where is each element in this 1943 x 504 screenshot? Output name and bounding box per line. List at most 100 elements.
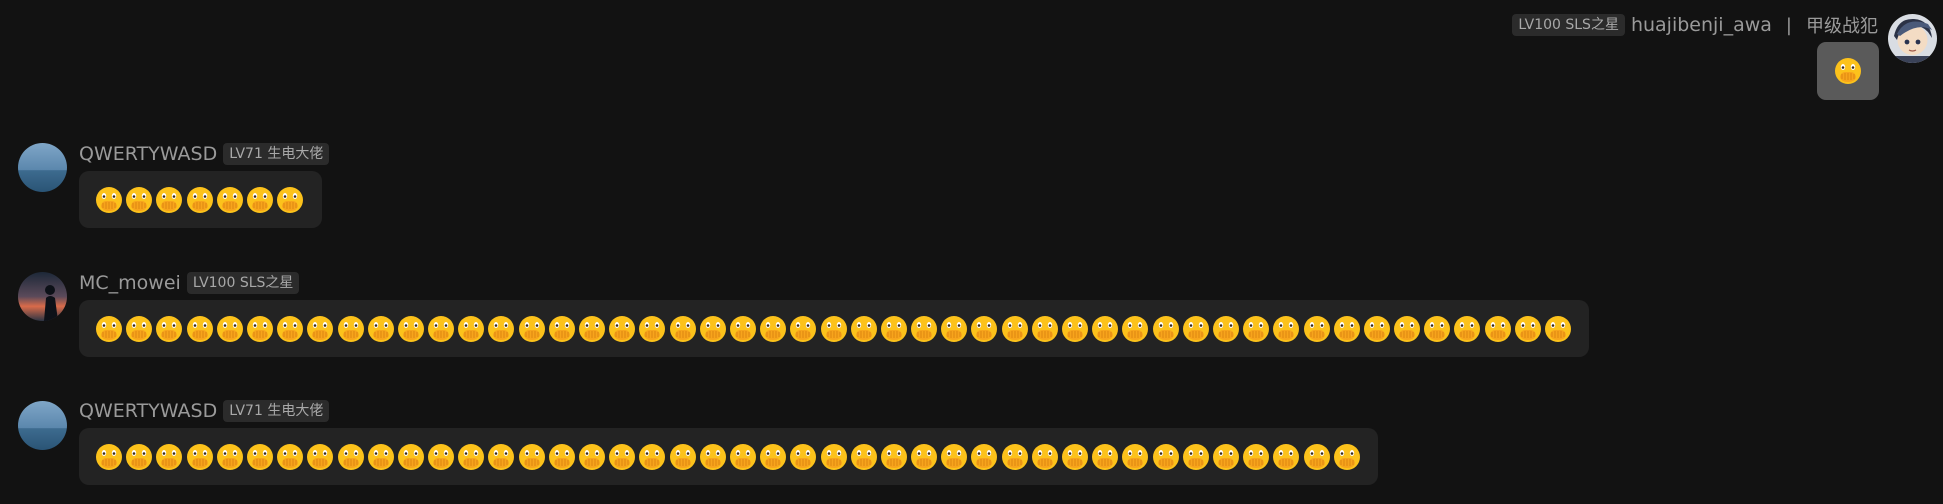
- face-with-open-eyes-and-hand-over-mouth-icon: [1834, 57, 1862, 85]
- face-with-open-eyes-and-hand-over-mouth-icon: [427, 315, 455, 343]
- face-with-open-eyes-and-hand-over-mouth-icon: [1272, 315, 1300, 343]
- face-with-open-eyes-and-hand-over-mouth-icon: [95, 443, 123, 471]
- face-with-open-eyes-and-hand-over-mouth-icon: [970, 443, 998, 471]
- face-with-open-eyes-and-hand-over-mouth-icon: [910, 315, 938, 343]
- face-with-open-eyes-and-hand-over-mouth-icon: [397, 315, 425, 343]
- separator: |: [1785, 14, 1792, 36]
- face-with-open-eyes-and-hand-over-mouth-icon: [1001, 315, 1029, 343]
- message-bubble[interactable]: [79, 428, 1378, 485]
- face-with-open-eyes-and-hand-over-mouth-icon: [1242, 443, 1270, 471]
- level-badge: LV71 生电大佬: [223, 143, 330, 165]
- face-with-open-eyes-and-hand-over-mouth-icon: [518, 315, 546, 343]
- face-with-open-eyes-and-hand-over-mouth-icon: [850, 315, 878, 343]
- face-with-open-eyes-and-hand-over-mouth-icon: [1242, 315, 1270, 343]
- face-with-open-eyes-and-hand-over-mouth-icon: [276, 443, 304, 471]
- face-with-open-eyes-and-hand-over-mouth-icon: [850, 443, 878, 471]
- message-meta: LV100 SLS之星 huajibenji_awa | 甲级战犯: [1512, 12, 1878, 38]
- face-with-open-eyes-and-hand-over-mouth-icon: [940, 315, 968, 343]
- user-title: 甲级战犯: [1806, 16, 1878, 37]
- message-bubble[interactable]: [79, 300, 1589, 357]
- face-with-open-eyes-and-hand-over-mouth-icon: [669, 315, 697, 343]
- face-with-open-eyes-and-hand-over-mouth-icon: [1212, 443, 1240, 471]
- face-with-open-eyes-and-hand-over-mouth-icon: [487, 443, 515, 471]
- face-with-open-eyes-and-hand-over-mouth-icon: [1453, 315, 1481, 343]
- face-with-open-eyes-and-hand-over-mouth-icon: [1061, 443, 1089, 471]
- face-with-open-eyes-and-hand-over-mouth-icon: [608, 315, 636, 343]
- face-with-open-eyes-and-hand-over-mouth-icon: [397, 443, 425, 471]
- user-avatar[interactable]: [18, 401, 67, 450]
- chat-window: LV100 SLS之星 huajibenji_awa | 甲级战犯 QWERTY…: [0, 0, 1943, 504]
- face-with-open-eyes-and-hand-over-mouth-icon: [246, 443, 274, 471]
- face-with-open-eyes-and-hand-over-mouth-icon: [1152, 443, 1180, 471]
- message-meta: QWERTYWASD LV71 生电大佬: [79, 398, 330, 424]
- face-with-open-eyes-and-hand-over-mouth-icon: [186, 186, 214, 214]
- face-with-open-eyes-and-hand-over-mouth-icon: [1514, 315, 1542, 343]
- face-with-open-eyes-and-hand-over-mouth-icon: [729, 315, 757, 343]
- face-with-open-eyes-and-hand-over-mouth-icon: [337, 315, 365, 343]
- face-with-open-eyes-and-hand-over-mouth-icon: [1212, 315, 1240, 343]
- face-with-open-eyes-and-hand-over-mouth-icon: [880, 315, 908, 343]
- face-with-open-eyes-and-hand-over-mouth-icon: [759, 315, 787, 343]
- face-with-open-eyes-and-hand-over-mouth-icon: [246, 186, 274, 214]
- face-with-open-eyes-and-hand-over-mouth-icon: [1544, 315, 1572, 343]
- face-with-open-eyes-and-hand-over-mouth-icon: [880, 443, 908, 471]
- face-with-open-eyes-and-hand-over-mouth-icon: [970, 315, 998, 343]
- face-with-open-eyes-and-hand-over-mouth-icon: [125, 443, 153, 471]
- face-with-open-eyes-and-hand-over-mouth-icon: [306, 443, 334, 471]
- face-with-open-eyes-and-hand-over-mouth-icon: [1091, 315, 1119, 343]
- face-with-open-eyes-and-hand-over-mouth-icon: [759, 443, 787, 471]
- face-with-open-eyes-and-hand-over-mouth-icon: [1333, 443, 1361, 471]
- face-with-open-eyes-and-hand-over-mouth-icon: [638, 443, 666, 471]
- face-with-open-eyes-and-hand-over-mouth-icon: [1272, 443, 1300, 471]
- username[interactable]: huajibenji_awa: [1631, 14, 1772, 36]
- face-with-open-eyes-and-hand-over-mouth-icon: [427, 443, 455, 471]
- sea-landscape-avatar-icon: [18, 143, 67, 192]
- face-with-open-eyes-and-hand-over-mouth-icon: [578, 443, 606, 471]
- face-with-open-eyes-and-hand-over-mouth-icon: [276, 315, 304, 343]
- face-with-open-eyes-and-hand-over-mouth-icon: [155, 186, 183, 214]
- face-with-open-eyes-and-hand-over-mouth-icon: [1303, 315, 1331, 343]
- face-with-open-eyes-and-hand-over-mouth-icon: [216, 315, 244, 343]
- face-with-open-eyes-and-hand-over-mouth-icon: [518, 443, 546, 471]
- face-with-open-eyes-and-hand-over-mouth-icon: [1423, 315, 1451, 343]
- face-with-open-eyes-and-hand-over-mouth-icon: [306, 315, 334, 343]
- face-with-open-eyes-and-hand-over-mouth-icon: [487, 315, 515, 343]
- face-with-open-eyes-and-hand-over-mouth-icon: [246, 315, 274, 343]
- user-avatar[interactable]: [1888, 14, 1937, 63]
- face-with-open-eyes-and-hand-over-mouth-icon: [729, 443, 757, 471]
- message-bubble[interactable]: [79, 171, 322, 228]
- username[interactable]: QWERTYWASD: [79, 400, 217, 422]
- face-with-open-eyes-and-hand-over-mouth-icon: [1121, 315, 1149, 343]
- user-avatar[interactable]: [18, 143, 67, 192]
- level-badge: LV100 SLS之星: [186, 272, 300, 294]
- face-with-open-eyes-and-hand-over-mouth-icon: [457, 443, 485, 471]
- face-with-open-eyes-and-hand-over-mouth-icon: [669, 443, 697, 471]
- face-with-open-eyes-and-hand-over-mouth-icon: [95, 186, 123, 214]
- face-with-open-eyes-and-hand-over-mouth-icon: [216, 443, 244, 471]
- face-with-open-eyes-and-hand-over-mouth-icon: [1152, 315, 1180, 343]
- face-with-open-eyes-and-hand-over-mouth-icon: [1182, 315, 1210, 343]
- face-with-open-eyes-and-hand-over-mouth-icon: [1393, 315, 1421, 343]
- username[interactable]: MC_mowei: [79, 272, 181, 294]
- face-with-open-eyes-and-hand-over-mouth-icon: [1031, 315, 1059, 343]
- level-badge: LV71 生电大佬: [223, 400, 330, 422]
- face-with-open-eyes-and-hand-over-mouth-icon: [1091, 443, 1119, 471]
- face-with-open-eyes-and-hand-over-mouth-icon: [910, 443, 938, 471]
- face-with-open-eyes-and-hand-over-mouth-icon: [337, 443, 365, 471]
- message-meta: QWERTYWASD LV71 生电大佬: [79, 141, 330, 167]
- face-with-open-eyes-and-hand-over-mouth-icon: [1182, 443, 1210, 471]
- user-avatar[interactable]: [18, 272, 67, 321]
- face-with-open-eyes-and-hand-over-mouth-icon: [548, 315, 576, 343]
- face-with-open-eyes-and-hand-over-mouth-icon: [1484, 315, 1512, 343]
- face-with-open-eyes-and-hand-over-mouth-icon: [125, 186, 153, 214]
- face-with-open-eyes-and-hand-over-mouth-icon: [548, 443, 576, 471]
- username[interactable]: QWERTYWASD: [79, 143, 217, 165]
- message-bubble[interactable]: [1817, 42, 1879, 100]
- face-with-open-eyes-and-hand-over-mouth-icon: [367, 315, 395, 343]
- face-with-open-eyes-and-hand-over-mouth-icon: [820, 443, 848, 471]
- face-with-open-eyes-and-hand-over-mouth-icon: [1303, 443, 1331, 471]
- message-meta: MC_mowei LV100 SLS之星: [79, 270, 300, 296]
- face-with-open-eyes-and-hand-over-mouth-icon: [940, 443, 968, 471]
- face-with-open-eyes-and-hand-over-mouth-icon: [276, 186, 304, 214]
- face-with-open-eyes-and-hand-over-mouth-icon: [155, 443, 183, 471]
